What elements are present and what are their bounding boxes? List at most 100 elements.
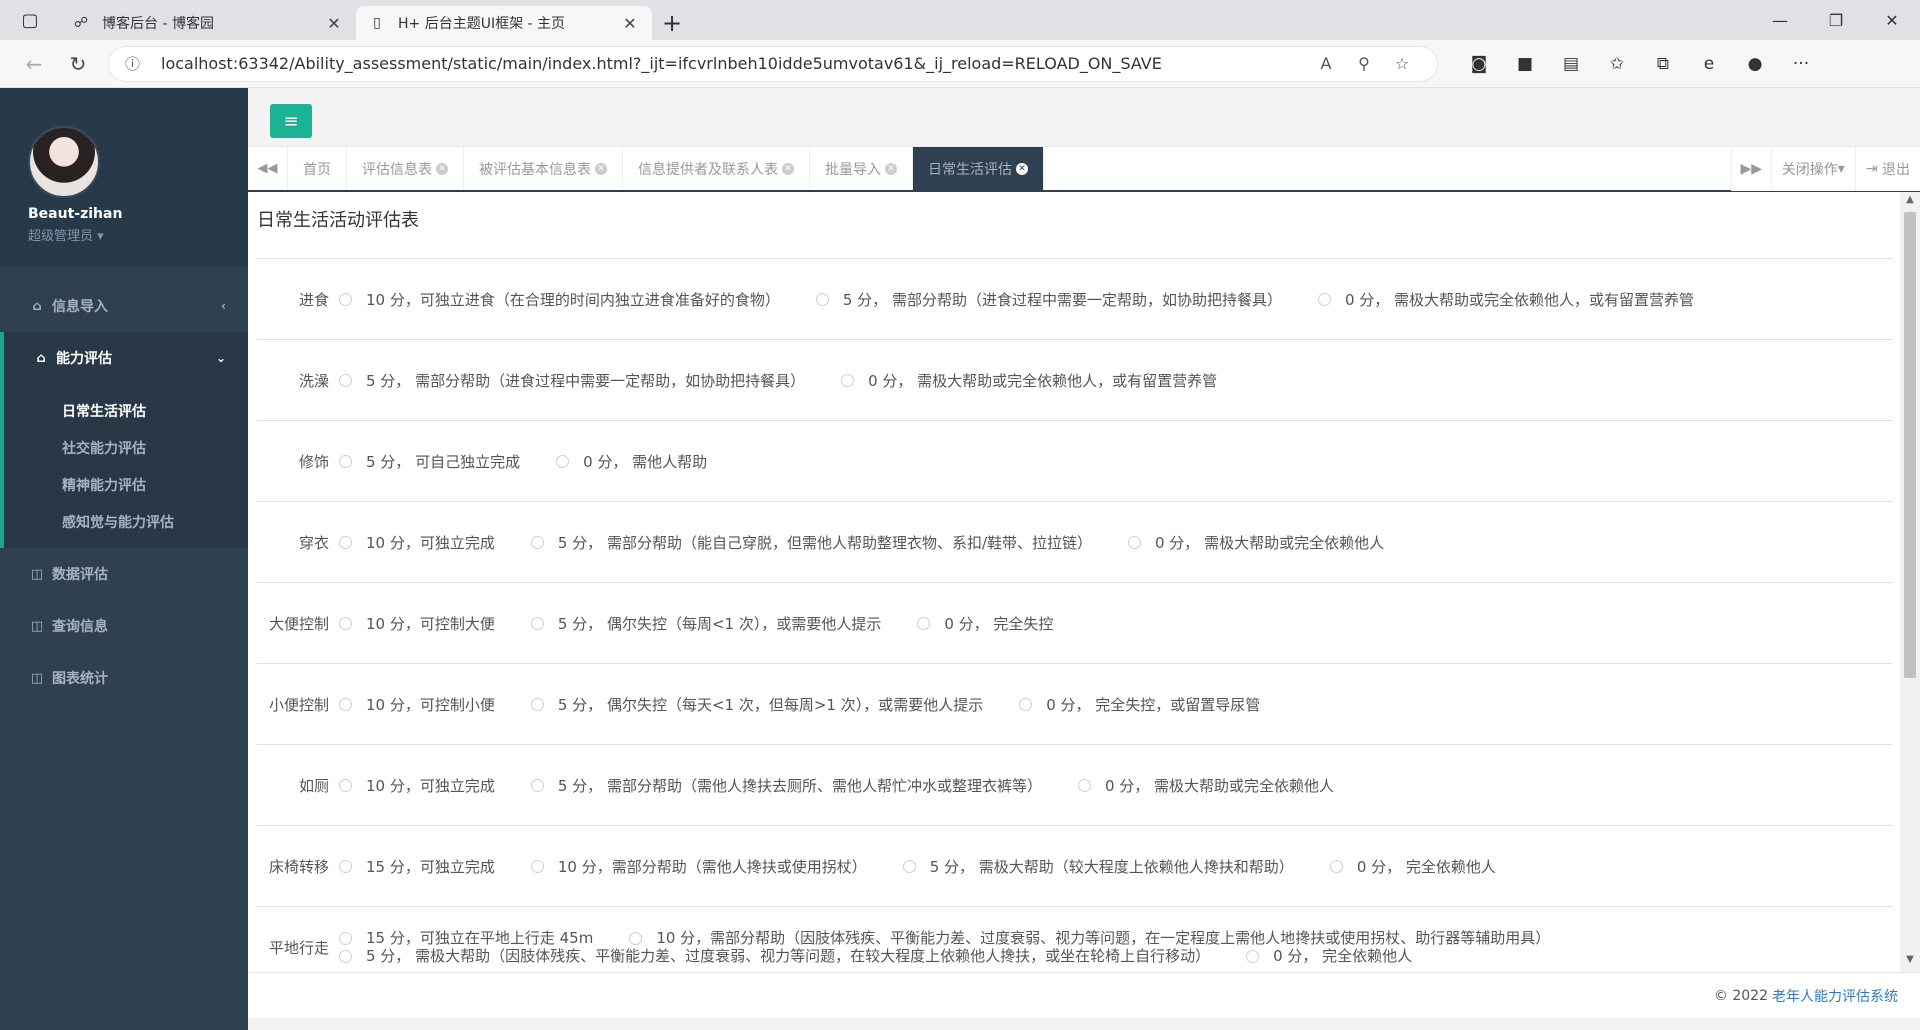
- tab-batch-import[interactable]: 批量导入 ✕: [810, 147, 913, 190]
- radio-button[interactable]: [1077, 778, 1091, 792]
- radio-option[interactable]: 10 分，可独立完成: [339, 532, 495, 553]
- tab-collections-icon[interactable]: ⧉: [1640, 44, 1686, 84]
- radio-button[interactable]: [530, 535, 544, 549]
- browser-tab-blog[interactable]: ☍ 博客后台 - 博客园 ✕: [60, 6, 356, 40]
- radio-option[interactable]: 0 分， 需他人帮助: [556, 451, 707, 472]
- favorites-icon[interactable]: ✩: [1594, 44, 1640, 84]
- radio-option[interactable]: 10 分，可控制小便: [339, 694, 495, 715]
- radio-button[interactable]: [1128, 535, 1141, 549]
- menu-toggle-button[interactable]: ≡: [270, 104, 312, 138]
- read-aloud-icon[interactable]: A: [1307, 54, 1345, 73]
- radio-button[interactable]: [902, 859, 916, 873]
- tab-close-icon[interactable]: ✕: [885, 162, 897, 175]
- radio-option[interactable]: 15 分，可独立在平地上行走 45m: [339, 929, 593, 947]
- scroll-down-icon[interactable]: ▼: [1900, 954, 1920, 970]
- radio-button[interactable]: [556, 454, 570, 468]
- radio-option[interactable]: 5 分， 偶尔失控（每天<1 次，但每周>1 次），或需要他人提示: [530, 694, 983, 715]
- sidebar-item-ability[interactable]: ⌂ 能力评估 ⌄: [0, 332, 248, 384]
- profile-role-dropdown[interactable]: 超级管理员 ▾: [28, 225, 248, 244]
- zoom-icon[interactable]: ⚲: [1345, 54, 1383, 73]
- radio-button[interactable]: [1317, 292, 1331, 306]
- radio-button[interactable]: [339, 535, 352, 549]
- radio-button[interactable]: [815, 292, 829, 306]
- tabs-scroll-left-icon[interactable]: ◀◀: [248, 147, 288, 190]
- radio-button[interactable]: [917, 616, 931, 630]
- tab-close-icon[interactable]: ✕: [1016, 162, 1028, 175]
- browser-tab-main[interactable]: ▯ H+ 后台主题UI框架 - 主页 ✕: [356, 6, 652, 40]
- close-ops-dropdown[interactable]: 关闭操作 ▾: [1770, 147, 1855, 191]
- logout-button[interactable]: ⇥ 退出: [1854, 147, 1920, 191]
- url-text[interactable]: localhost:63342/Ability_assessment/stati…: [161, 54, 1307, 73]
- radio-option[interactable]: 0 分， 完全依赖他人: [1329, 856, 1496, 877]
- restore-icon[interactable]: ❐: [1808, 0, 1864, 40]
- edge-icon[interactable]: e: [1686, 44, 1732, 84]
- radio-option[interactable]: 10 分，需部分帮助（需他人搀扶或使用拐杖）: [530, 856, 867, 877]
- radio-button[interactable]: [530, 778, 544, 792]
- refresh-icon[interactable]: ↻: [56, 44, 100, 84]
- sidebar-item-info-import[interactable]: ⌂ 信息导入 ‹: [0, 280, 248, 332]
- radio-option[interactable]: 0 分， 需极大帮助或完全依赖他人，或有留置营养管: [1317, 289, 1694, 310]
- radio-button[interactable]: [339, 697, 352, 711]
- tab-close-icon[interactable]: ✕: [436, 162, 448, 175]
- radio-button[interactable]: [1246, 949, 1260, 963]
- sidebar-subitem-daily[interactable]: 日常生活评估: [4, 392, 248, 429]
- sidebar-item-data-eval[interactable]: ◫ 数据评估: [0, 548, 248, 600]
- collections-icon[interactable]: ▤: [1548, 44, 1594, 84]
- address-bar[interactable]: ⓘ localhost:63342/Ability_assessment/sta…: [108, 45, 1438, 82]
- close-window-icon[interactable]: ✕: [1864, 0, 1920, 40]
- tab-actions-icon[interactable]: ▢: [0, 0, 60, 40]
- radio-button[interactable]: [530, 697, 544, 711]
- radio-button[interactable]: [339, 859, 352, 873]
- radio-option[interactable]: 5 分， 需部分帮助（进食过程中需要一定帮助，如协助把持餐具）: [339, 370, 805, 391]
- tab-close-icon[interactable]: ✕: [595, 162, 607, 175]
- extension-icon[interactable]: ■: [1502, 44, 1548, 84]
- sidebar-subitem-social[interactable]: 社交能力评估: [4, 429, 248, 466]
- radio-option[interactable]: 5 分， 需部分帮助（进食过程中需要一定帮助，如协助把持餐具）: [815, 289, 1282, 310]
- radio-option[interactable]: 0 分， 需极大帮助或完全依赖他人: [1128, 532, 1384, 553]
- extension-icon[interactable]: ◙: [1456, 44, 1502, 84]
- tab-daily-eval[interactable]: 日常生活评估 ✕: [913, 147, 1044, 190]
- sidebar-item-query[interactable]: ◫ 查询信息: [0, 600, 248, 652]
- scroll-up-icon[interactable]: ▲: [1900, 194, 1920, 210]
- radio-button[interactable]: [530, 859, 544, 873]
- tab-provider-info[interactable]: 信息提供者及联系人表 ✕: [623, 147, 810, 190]
- radio-button[interactable]: [339, 778, 352, 792]
- radio-button[interactable]: [530, 616, 544, 630]
- radio-option[interactable]: 10 分，可独立完成: [339, 775, 495, 796]
- radio-option[interactable]: 0 分， 需极大帮助或完全依赖他人，或有留置营养管: [841, 370, 1217, 391]
- radio-option[interactable]: 0 分， 完全依赖他人: [1246, 947, 1412, 965]
- add-favorite-icon[interactable]: ☆: [1383, 54, 1421, 73]
- radio-button[interactable]: [339, 373, 352, 387]
- sidebar-item-charts[interactable]: ◫ 图表统计: [0, 652, 248, 704]
- radio-button[interactable]: [339, 949, 352, 963]
- tab-subject-info[interactable]: 被评估基本信息表 ✕: [464, 147, 623, 190]
- radio-button[interactable]: [339, 292, 352, 306]
- radio-option[interactable]: 5 分， 需极大帮助（因肢体残疾、平衡能力差、过度衰弱、视力等问题，在较大程度上…: [339, 947, 1210, 965]
- close-tab-icon[interactable]: ✕: [620, 14, 640, 33]
- info-icon[interactable]: ⓘ: [125, 53, 147, 74]
- tab-eval-info[interactable]: 评估信息表 ✕: [347, 147, 464, 190]
- minimize-icon[interactable]: —: [1752, 0, 1808, 40]
- radio-button[interactable]: [339, 616, 352, 630]
- radio-button[interactable]: [339, 454, 352, 468]
- profile-avatar-icon[interactable]: ●: [1732, 44, 1778, 84]
- system-link[interactable]: 老年人能力评估系统: [1772, 986, 1898, 1006]
- tab-home[interactable]: 首页: [288, 147, 347, 190]
- radio-button[interactable]: [1019, 697, 1033, 711]
- new-tab-button[interactable]: +: [652, 6, 692, 40]
- more-menu-icon[interactable]: ···: [1778, 44, 1824, 84]
- radio-button[interactable]: [1329, 859, 1343, 873]
- close-tab-icon[interactable]: ✕: [324, 14, 344, 33]
- radio-button[interactable]: [629, 931, 643, 945]
- radio-option[interactable]: 0 分， 需极大帮助或完全依赖他人: [1077, 775, 1334, 796]
- radio-option[interactable]: 10 分，可独立进食（在合理的时间内独立进食准备好的食物）: [339, 289, 780, 310]
- tab-close-icon[interactable]: ✕: [782, 162, 794, 175]
- radio-button[interactable]: [339, 931, 352, 945]
- scrollbar-thumb[interactable]: [1904, 212, 1916, 678]
- radio-option[interactable]: 5 分， 需极大帮助（较大程度上依赖他人搀扶和帮助）: [902, 856, 1294, 877]
- back-icon[interactable]: ←: [12, 44, 56, 84]
- radio-option[interactable]: 0 分， 完全失控: [917, 613, 1053, 634]
- radio-option[interactable]: 5 分， 偶尔失控（每周<1 次），或需要他人提示: [530, 613, 881, 634]
- radio-button[interactable]: [841, 373, 855, 387]
- radio-option[interactable]: 5 分， 需部分帮助（需他人搀扶去厕所、需他人帮忙冲水或整理衣裤等）: [530, 775, 1042, 796]
